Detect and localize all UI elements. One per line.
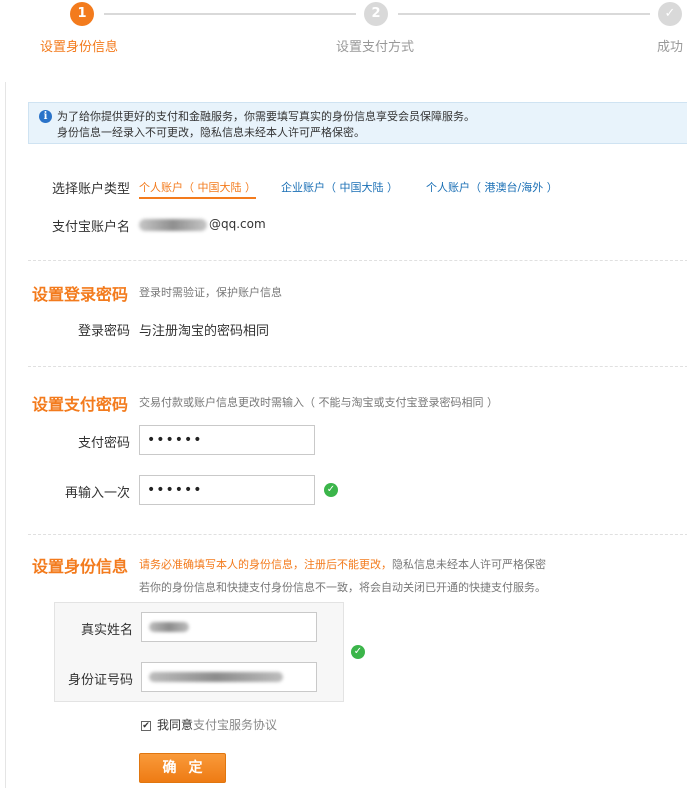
account-option-personal-overseas[interactable]: 个人账户（ 港澳台/海外 ）: [426, 179, 558, 195]
agreement-row: ✔ 我同意支付宝服务协议: [141, 716, 277, 733]
pay-password-input[interactable]: ••••••: [139, 425, 315, 455]
real-name-input[interactable]: [141, 612, 317, 642]
id-number-label: 身份证号码: [67, 673, 133, 688]
identity-desc-rest: 隐私信息未经本人许可严格保密: [392, 558, 546, 571]
pay-password-title: 设置支付密码: [32, 395, 129, 414]
step-2-circle: 2: [364, 2, 388, 26]
id-number-input[interactable]: [141, 662, 317, 692]
progress-steps: 1 2 ✓ 设置身份信息 设置支付方式 成功: [0, 0, 687, 70]
step-1-circle: 1: [70, 2, 94, 26]
identity-warning: 请务必准确填写本人的身份信息，注册后不能更改，: [139, 558, 392, 571]
step-3-checkmark-icon: ✓: [658, 2, 682, 26]
pay-password-label: 支付密码: [77, 436, 130, 451]
redacted-text: [149, 622, 189, 632]
account-name-label: 支付宝账户名: [51, 220, 130, 235]
login-password-desc: 登录时需验证，保护账户信息: [139, 286, 282, 299]
notice-line-2: 身份信息一经录入不可更改，隐私信息未经本人许可严格保密。: [57, 126, 365, 139]
section-divider: [28, 366, 687, 367]
step-3-label: 成功: [657, 40, 684, 55]
service-agreement-link[interactable]: 支付宝服务协议: [193, 718, 277, 732]
step-2-label: 设置支付方式: [336, 40, 415, 55]
identity-desc-2: 若你的身份信息和快捷支付身份信息不一致，将会自动关闭已开通的快捷支付服务。: [139, 581, 546, 594]
account-option-enterprise-mainland[interactable]: 企业账户（ 中国大陆 ）: [281, 179, 398, 195]
registration-form: i 为了给你提供更好的支付和金融服务，你需要填写真实的身份信息享受会员保障服务。…: [5, 82, 687, 788]
agreement-checkbox[interactable]: ✔: [141, 720, 151, 731]
agreement-prefix: 我同意: [157, 718, 194, 732]
check-circle-icon: ✓: [351, 645, 365, 659]
identity-fields-box: 真实姓名 身份证号码: [54, 602, 344, 702]
confirm-password-input[interactable]: ••••••: [139, 475, 315, 505]
step-1-label: 设置身份信息: [40, 40, 119, 55]
step-connector-2: [398, 13, 650, 15]
identity-desc: 请务必准确填写本人的身份信息，注册后不能更改，隐私信息未经本人许可严格保密: [139, 556, 546, 572]
account-email-domain: @qq.com: [209, 217, 266, 231]
info-icon: i: [39, 110, 52, 123]
info-notice: i 为了给你提供更好的支付和金融服务，你需要填写真实的身份信息享受会员保障服务。…: [28, 102, 687, 144]
real-name-label: 真实姓名: [80, 623, 133, 638]
login-password-value: 与注册淘宝的密码相同: [139, 324, 270, 339]
step-connector-1: [104, 13, 356, 15]
identity-title: 设置身份信息: [32, 557, 129, 576]
confirm-password-label: 再输入一次: [64, 486, 130, 501]
login-password-title: 设置登录密码: [32, 285, 129, 304]
confirm-button[interactable]: 确定: [139, 753, 226, 783]
redacted-text: [139, 218, 207, 231]
account-type-label: 选择账户类型: [51, 182, 130, 197]
check-circle-icon: ✓: [324, 483, 338, 497]
pay-password-desc: 交易付款或账户信息更改时需输入（ 不能与淘宝或支付宝登录密码相同 ）: [139, 396, 498, 409]
redacted-text: [149, 672, 283, 682]
account-name-value: @qq.com: [139, 217, 266, 231]
account-option-personal-mainland[interactable]: 个人账户（ 中国大陆 ）: [139, 179, 256, 199]
section-divider: [28, 534, 687, 535]
section-divider: [28, 260, 687, 261]
notice-line-1: 为了给你提供更好的支付和金融服务，你需要填写真实的身份信息享受会员保障服务。: [57, 110, 475, 123]
login-password-label: 登录密码: [77, 324, 130, 339]
